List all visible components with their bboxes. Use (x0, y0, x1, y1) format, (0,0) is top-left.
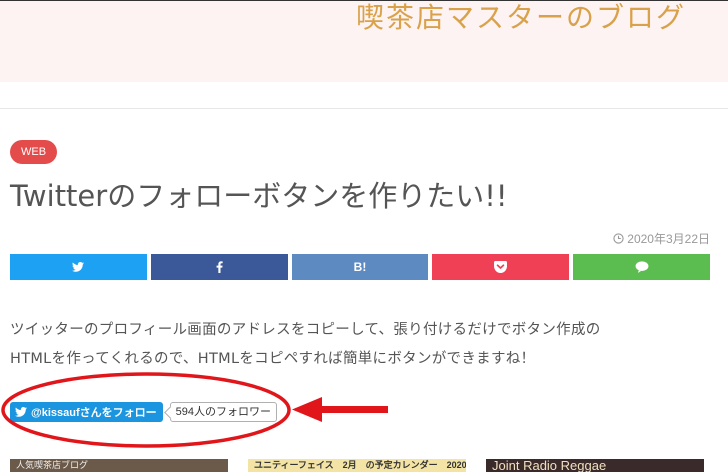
body-line-1: ツイッターのプロフィール画面のアドレスをコピーして、張り付けるだけでボタン作成の (10, 322, 601, 338)
arrow-left-icon (292, 397, 388, 422)
facebook-share-button[interactable] (150, 254, 288, 280)
pocket-share-button[interactable] (432, 254, 570, 280)
related-thumb-1-caption: 人気喫茶店ブログ (16, 460, 89, 470)
follow-button-label: @kissaufさんをフォロー (31, 407, 157, 419)
clock-icon (613, 233, 624, 244)
hatena-share-button[interactable]: B! (291, 254, 429, 280)
article-body: ツイッターのプロフィール画面のアドレスをコピーして、張り付けるだけでボタン作成の… (10, 316, 720, 374)
twitter-share-button[interactable] (10, 254, 147, 280)
facebook-icon (216, 261, 223, 273)
article-title: Twitterのフォローボタンを作りたい!! (10, 179, 508, 213)
body-line-2: HTMLを作ってくれるので、HTMLをコピペすれば簡単にボタンができますね！ (10, 351, 536, 367)
follower-count-bubble[interactable]: 594人のフォロワー (169, 402, 277, 422)
hatena-icon: B! (353, 260, 367, 274)
twitter-follow-button[interactable]: @kissaufさんをフォロー (10, 402, 163, 422)
related-thumb-2[interactable]: ユニティーフェイス 2月 の予定カレンダー 2020 (248, 459, 466, 472)
pocket-icon (494, 261, 508, 273)
line-icon (635, 261, 649, 273)
twitter-bird-icon (15, 407, 27, 417)
related-thumb-3-caption: Joint Radio Reggae (492, 459, 607, 472)
header-divider (0, 108, 728, 109)
twitter-icon (72, 262, 85, 272)
related-thumb-1[interactable]: 人気喫茶店ブログ (10, 459, 228, 472)
post-date-text: 2020年3月22日 (627, 232, 710, 246)
related-thumb-2-caption: ユニティーフェイス 2月 の予定カレンダー 2020 (254, 460, 466, 470)
related-thumb-3[interactable]: Joint Radio Reggae (486, 459, 704, 472)
post-date: 2020年3月22日 (613, 230, 710, 247)
twitter-follow-widget: @kissaufさんをフォロー 594人のフォロワー (10, 402, 277, 422)
share-buttons: B! (10, 254, 710, 280)
site-header: 喫茶店マスターのブログ (0, 0, 728, 82)
site-title[interactable]: 喫茶店マスターのブログ (356, 0, 686, 37)
category-badge[interactable]: WEB (10, 140, 58, 164)
line-share-button[interactable] (573, 254, 710, 280)
